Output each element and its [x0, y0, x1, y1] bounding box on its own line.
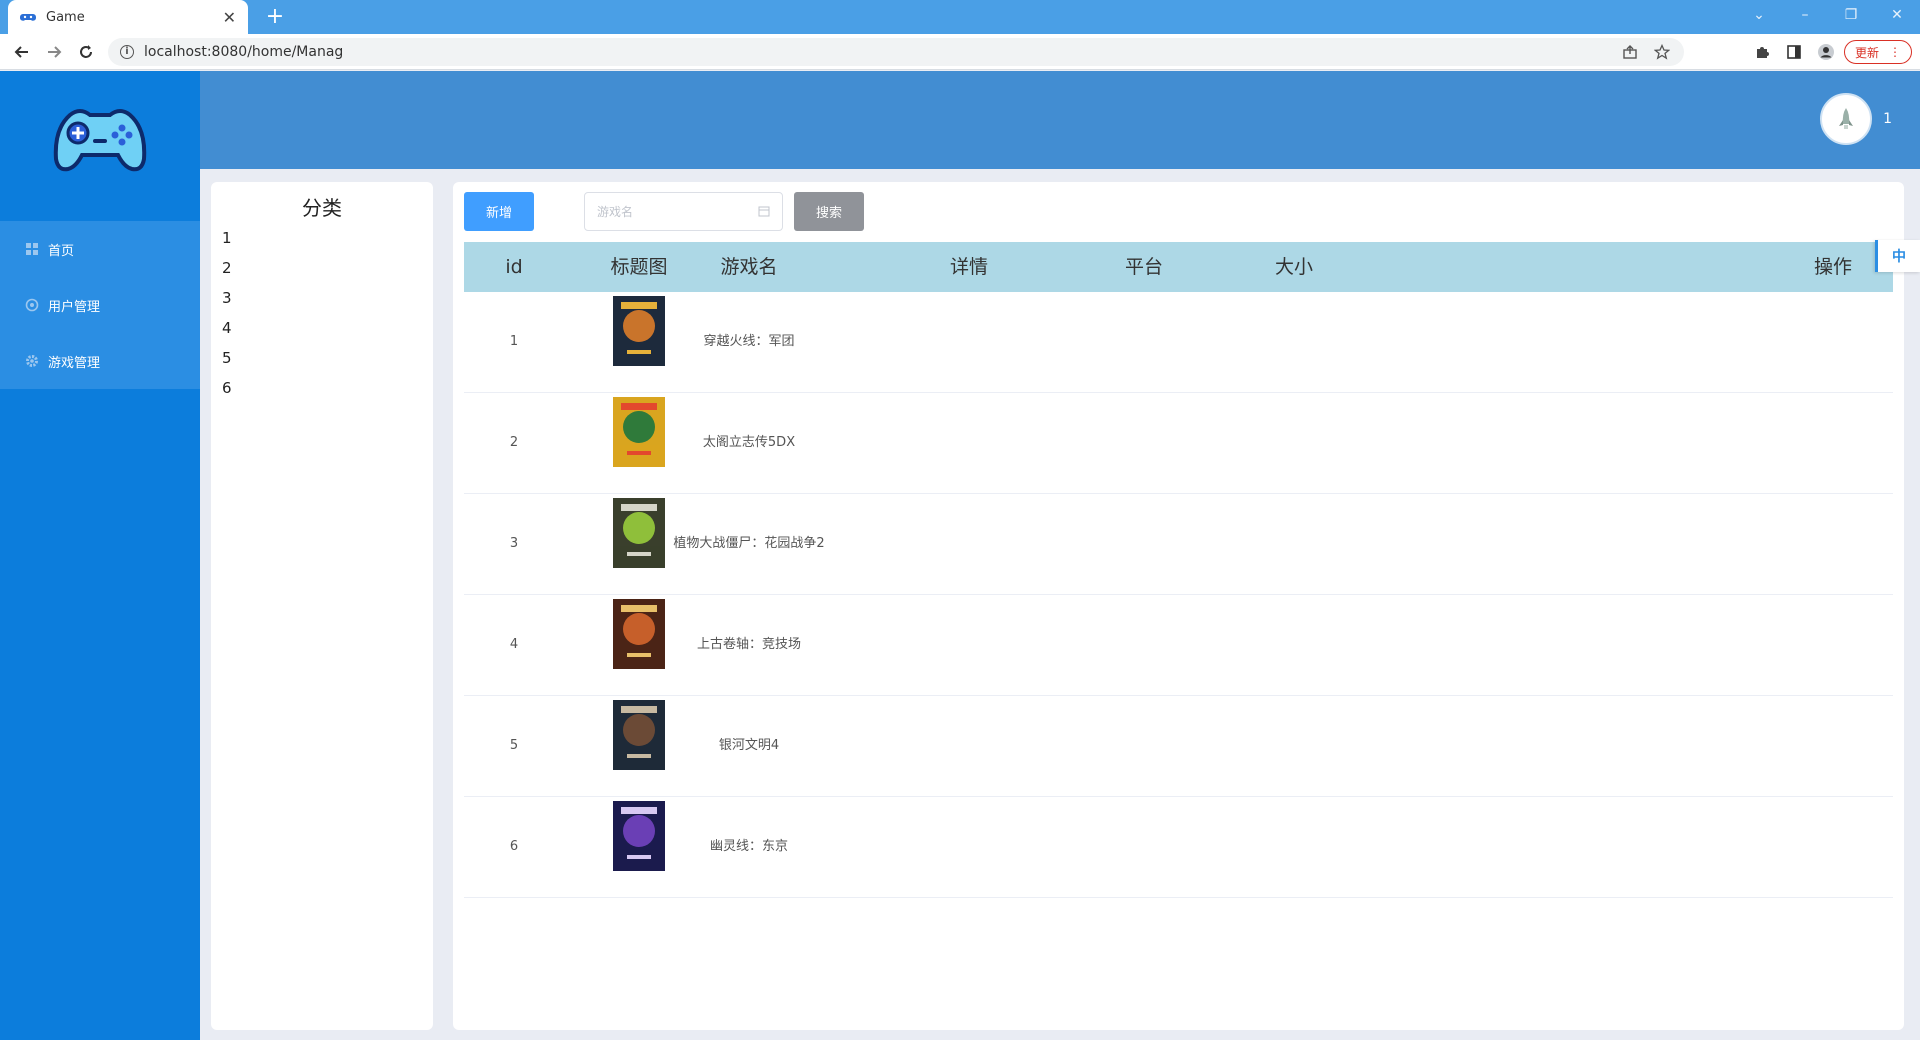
game-management-panel: 新增 游戏名 搜索 id 标题图 游戏名 详情 平台 大小 操作 1 穿越火线：军… — [453, 182, 1904, 1030]
address-bar[interactable]: i localhost:8080/home/Manag — [108, 38, 1684, 66]
cover-image[interactable] — [613, 801, 665, 871]
cover-image[interactable] — [613, 296, 665, 366]
category-item[interactable]: 3 — [222, 283, 433, 313]
sidebar-item-game-management[interactable]: 游戏管理 — [0, 333, 200, 389]
reload-icon[interactable] — [74, 40, 98, 64]
table-header: id 标题图 游戏名 详情 平台 大小 操作 — [464, 242, 1893, 292]
browser-menu-icon[interactable]: ⋮ — [1889, 45, 1901, 59]
back-icon[interactable] — [10, 40, 34, 64]
cell-game-name: 幽灵线：东京 — [709, 839, 788, 854]
gamepad-favicon-icon — [20, 14, 36, 21]
tab-search-icon[interactable]: ⌄ — [1736, 0, 1782, 34]
table-body: 1 穿越火线：军团 2 太阁立志传5DX 3 植物大战僵尸：花园战争2 4 上古卷轴：竞技场 5… — [464, 292, 1893, 898]
browser-toolbar: i localhost:8080/home/Manag — [0, 34, 1920, 70]
browser-tab[interactable]: Game ✕ — [8, 0, 248, 34]
sidebar-item-label: 用户管理 — [48, 299, 101, 315]
category-list: 1 2 3 4 5 6 — [211, 223, 433, 403]
calendar-icon — [758, 202, 770, 221]
rocket-avatar-icon[interactable] — [1820, 93, 1872, 145]
new-tab-button[interactable]: + — [262, 4, 288, 30]
category-panel: 分类 1 2 3 4 5 6 — [211, 182, 433, 1030]
category-title: 分类 — [302, 196, 342, 220]
search-placeholder: 游戏名 — [597, 205, 634, 219]
window-controls: ⌄ – ❐ ✕ — [1736, 0, 1920, 34]
category-item[interactable]: 1 — [222, 223, 433, 253]
category-item[interactable]: 4 — [222, 313, 433, 343]
site-info-icon[interactable]: i — [120, 45, 134, 59]
cell-id: 6 — [509, 839, 519, 854]
username: 1 — [1883, 111, 1892, 127]
sidebar-item-label: 游戏管理 — [48, 355, 101, 371]
table-row[interactable]: 6 幽灵线：东京 — [464, 797, 1893, 898]
cell-game-name: 太阁立志传5DX — [702, 435, 796, 450]
column-header-size: 大小 — [1274, 256, 1313, 278]
cell-id: 1 — [509, 334, 519, 349]
column-header-id: id — [505, 256, 523, 278]
games-table: id 标题图 游戏名 详情 平台 大小 操作 1 穿越火线：军团 2 太阁立志传5DX… — [464, 242, 1893, 898]
user-gear-icon — [24, 297, 40, 313]
game-name-search-input[interactable]: 游戏名 — [584, 192, 783, 231]
tab-title: Game — [46, 9, 85, 25]
cover-image[interactable] — [613, 599, 665, 669]
category-item[interactable]: 5 — [222, 343, 433, 373]
cell-id: 3 — [509, 536, 519, 551]
language-toggle[interactable]: 中 — [1875, 240, 1920, 272]
cell-id: 5 — [509, 738, 519, 753]
category-item[interactable]: 2 — [222, 253, 433, 283]
gamepad-icon — [50, 101, 150, 181]
update-label: 更新 — [1854, 45, 1879, 60]
extensions-icon[interactable] — [1752, 42, 1772, 62]
grid-icon — [24, 241, 40, 257]
cell-id: 2 — [509, 435, 519, 450]
column-header-actions: 操作 — [1813, 256, 1852, 278]
cover-image[interactable] — [613, 700, 665, 770]
table-row[interactable]: 3 植物大战僵尸：花园战争2 — [464, 494, 1893, 595]
column-header-name: 游戏名 — [720, 256, 778, 278]
column-header-detail: 详情 — [949, 256, 988, 278]
close-window-icon[interactable]: ✕ — [1874, 0, 1920, 34]
cover-image[interactable] — [613, 397, 665, 467]
browser-tab-strip: Game ✕ + ⌄ – ❐ ✕ — [0, 0, 1920, 34]
forward-icon[interactable] — [42, 40, 66, 64]
restore-icon[interactable]: ❐ — [1828, 0, 1874, 34]
cell-game-name: 上古卷轴：竞技场 — [696, 637, 801, 652]
minimize-icon[interactable]: – — [1782, 0, 1828, 34]
cover-image[interactable] — [613, 498, 665, 568]
cell-game-name: 植物大战僵尸：花园战争2 — [673, 536, 825, 551]
address-url: localhost:8080/home/Manag — [144, 44, 344, 60]
cell-game-name: 银河文明4 — [718, 738, 780, 753]
search-button[interactable]: 搜索 — [794, 192, 864, 231]
profile-icon[interactable] — [1816, 42, 1836, 62]
sidebar: 首页 用户管理 游戏管理 — [0, 71, 200, 1040]
column-header-platform: 平台 — [1124, 256, 1163, 278]
table-row[interactable]: 4 上古卷轴：竞技场 — [464, 595, 1893, 696]
app-header: 1 — [200, 71, 1920, 169]
tab-close-icon[interactable]: ✕ — [223, 8, 236, 27]
cell-id: 4 — [509, 637, 519, 652]
bookmark-star-icon[interactable] — [1652, 42, 1672, 62]
table-row[interactable]: 5 银河文明4 — [464, 696, 1893, 797]
table-row[interactable]: 1 穿越火线：军团 — [464, 292, 1893, 393]
side-panel-icon[interactable] — [1784, 42, 1804, 62]
add-game-button[interactable]: 新增 — [464, 192, 534, 231]
category-item[interactable]: 6 — [222, 373, 433, 403]
cell-game-name: 穿越火线：军团 — [703, 334, 795, 349]
gear-icon — [24, 353, 40, 369]
table-row[interactable]: 2 太阁立志传5DX — [464, 393, 1893, 494]
sidebar-menu: 首页 用户管理 游戏管理 — [0, 221, 200, 389]
sidebar-item-label: 首页 — [48, 243, 75, 259]
sidebar-item-user-management[interactable]: 用户管理 — [0, 277, 200, 333]
share-icon[interactable] — [1620, 42, 1640, 62]
sidebar-item-home[interactable]: 首页 — [0, 221, 200, 277]
browser-update-button[interactable]: 更新 ⋮ — [1844, 40, 1912, 64]
